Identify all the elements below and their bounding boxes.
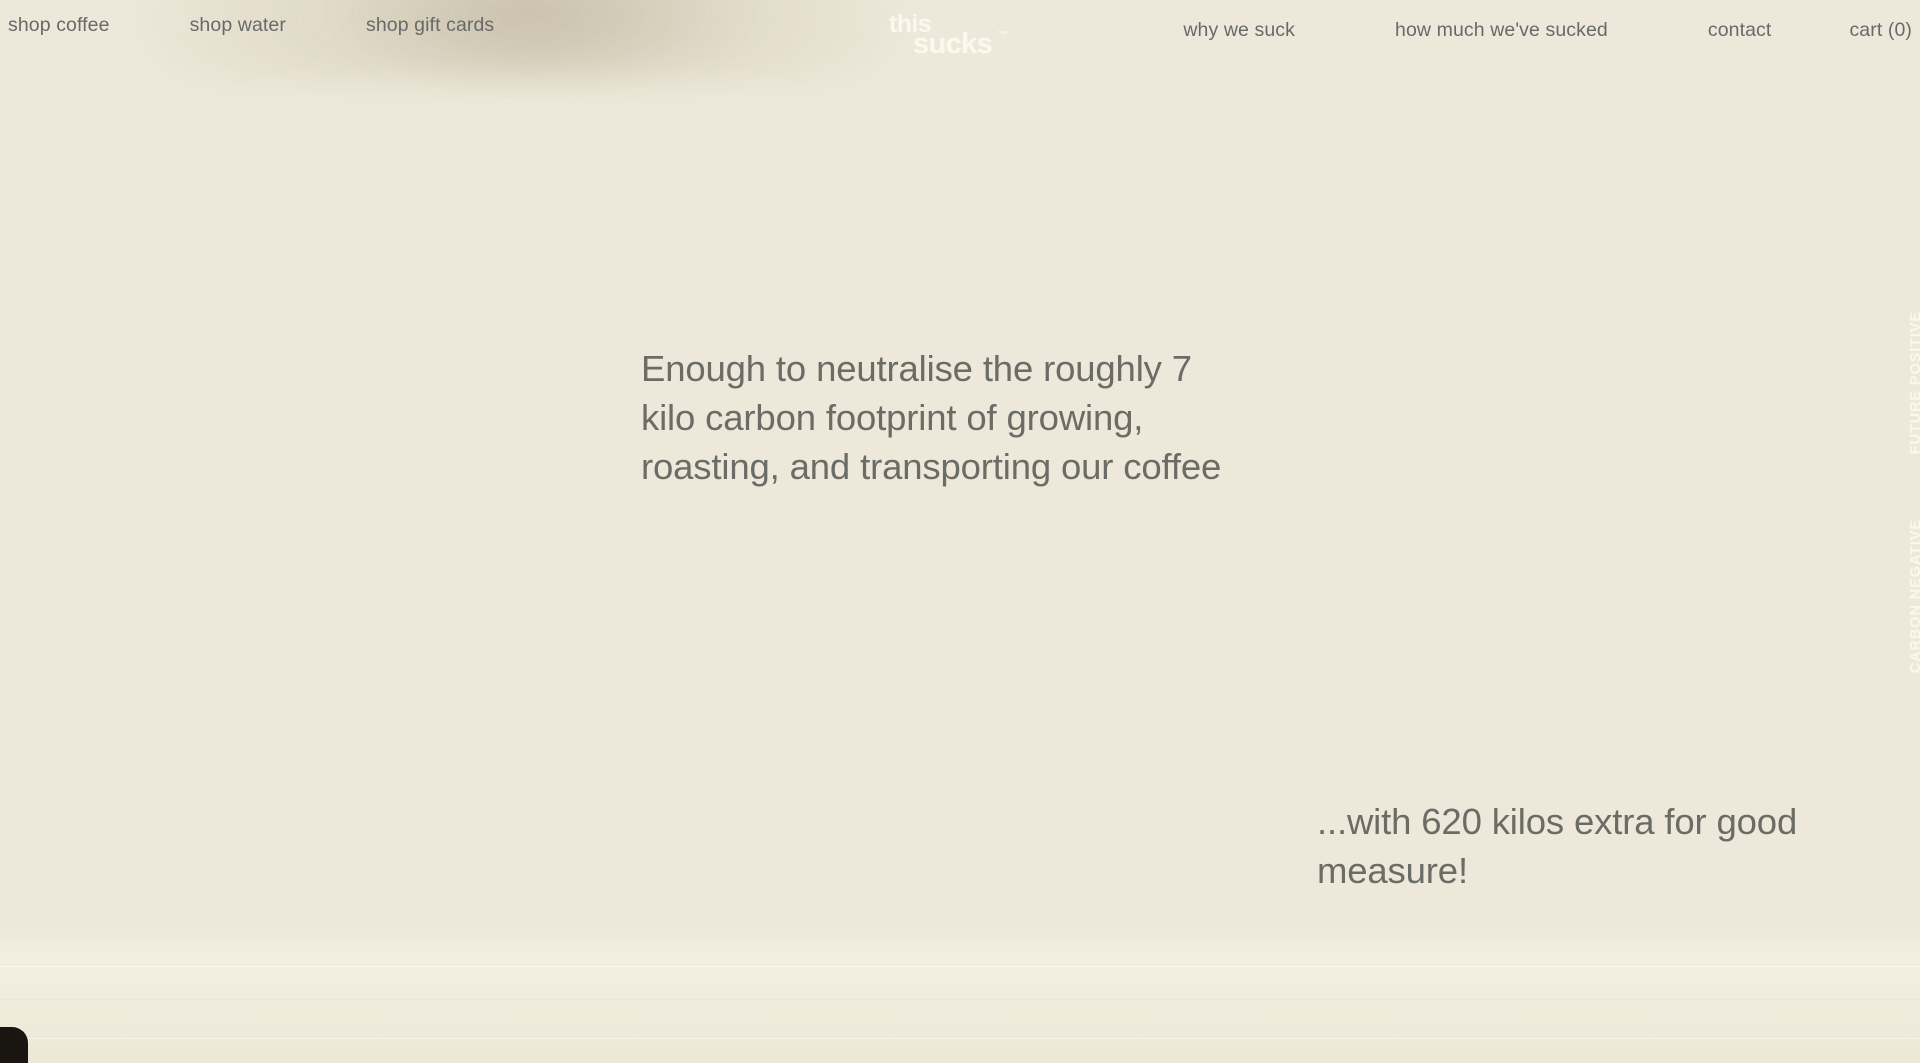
primary-nav-right: why we suck how much we've sucked contac…: [1183, 20, 1920, 41]
nav-why-we-suck[interactable]: why we suck: [1183, 20, 1295, 41]
nav-how-much-weve-sucked[interactable]: how much we've sucked: [1395, 20, 1608, 41]
background-decoration: [0, 0, 1920, 1063]
nav-shop-gift-cards[interactable]: shop gift cards: [366, 15, 494, 36]
nav-shop-water[interactable]: shop water: [190, 15, 286, 36]
bottom-divider-line-1: [0, 966, 1920, 967]
primary-nav-left: shop coffee shop water shop gift cards: [0, 15, 494, 36]
nav-shop-coffee[interactable]: shop coffee: [8, 15, 110, 36]
site-header: shop coffee shop water shop gift cards t…: [0, 0, 1920, 72]
nav-cart[interactable]: cart (0): [1849, 20, 1912, 41]
subline-text: ...with 620 kilos extra for good measure…: [1317, 801, 1798, 891]
chat-widget-button[interactable]: [0, 1027, 28, 1063]
logo-text-line-2: sucks: [913, 28, 993, 60]
trademark-symbol: ™: [998, 30, 1008, 41]
site-logo[interactable]: this sucks ™: [885, 8, 1035, 60]
nav-contact[interactable]: contact: [1708, 20, 1772, 41]
bottom-light-gradient: [0, 923, 1920, 1063]
side-label-group: FUTURE POSITIVE CARBON NEGATIVE: [1876, 0, 1920, 1063]
bottom-divider-line-3: [0, 1038, 1920, 1039]
side-label-carbon-negative: CARBON NEGATIVE: [1908, 519, 1920, 674]
side-label-future-positive: FUTURE POSITIVE: [1908, 311, 1920, 455]
headline-text: Enough to neutralise the roughly 7 kilo …: [641, 348, 1222, 487]
bottom-divider-line-2: [0, 999, 1920, 1000]
